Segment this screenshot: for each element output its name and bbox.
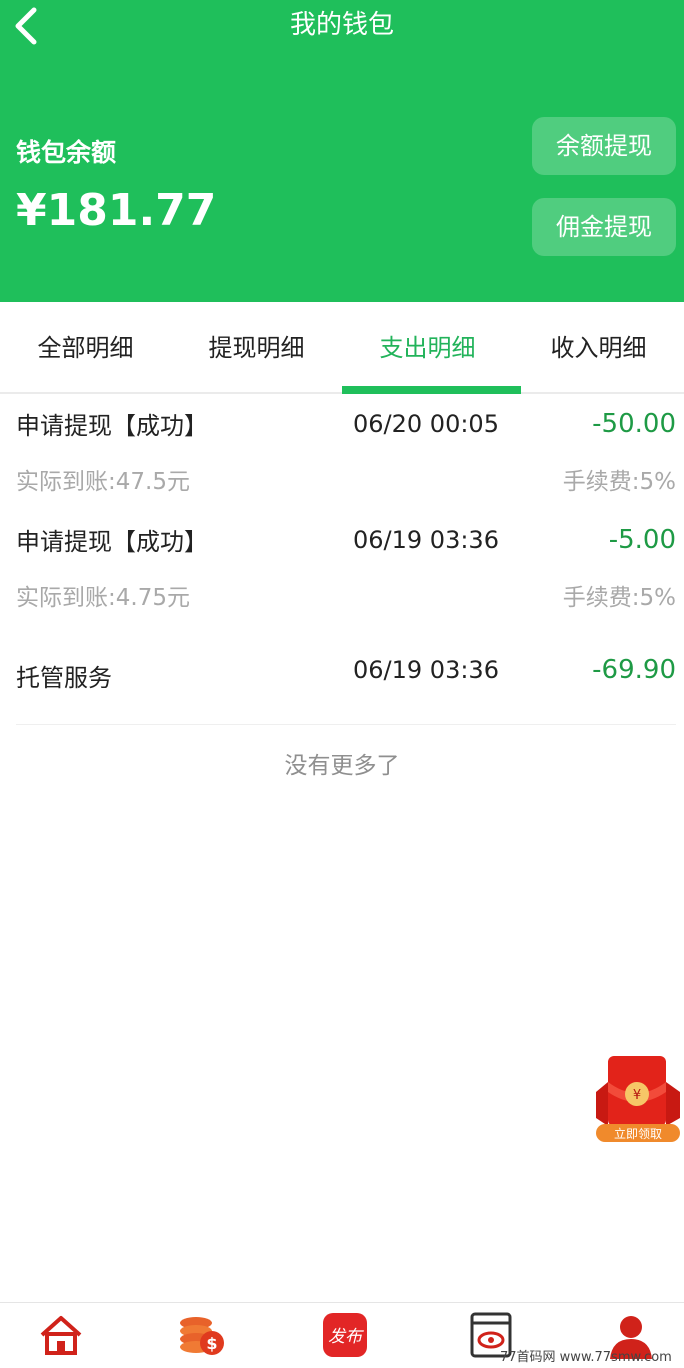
balance-amount: ¥181.77: [16, 185, 217, 236]
transaction-title: 申请提现【成功】: [16, 412, 208, 440]
tab-withdraw-details[interactable]: 提现明细: [171, 302, 342, 394]
detail-tabs: 全部明细 提现明细 支出明细 收入明细: [0, 302, 684, 394]
transaction-amount: -5.00: [608, 525, 676, 555]
nav-home[interactable]: [36, 1311, 86, 1359]
wallet-page: 我的钱包 钱包余额 ¥181.77 余额提现 佣金提现 全部明细 提现明细 支出…: [0, 0, 684, 1368]
no-more-text: 没有更多了: [284, 753, 400, 779]
nav-publish[interactable]: 发布: [320, 1311, 370, 1359]
transaction-date: 06/19 03:36: [353, 656, 499, 684]
transaction-amount: -50.00: [592, 409, 676, 439]
balance-label: 钱包余额: [16, 138, 117, 167]
tab-expense-details[interactable]: 支出明细: [342, 302, 521, 394]
page-title: 我的钱包: [289, 10, 394, 40]
publish-label: 发布: [328, 1327, 364, 1347]
transaction-actual-received: 实际到账:47.5元: [16, 469, 190, 495]
red-packet-yuan: ¥: [633, 1088, 641, 1103]
red-packet-button[interactable]: ¥ 立即领取: [592, 1052, 684, 1146]
transaction-title: 托管服务: [16, 664, 112, 692]
transaction-row: 申请提现【成功】 06/19 03:36 -5.00 实际到账:4.75元 手续…: [0, 524, 684, 634]
transaction-amount: -69.90: [592, 655, 676, 685]
wallet-header: 我的钱包 钱包余额 ¥181.77 余额提现 佣金提现: [0, 0, 684, 302]
transaction-row: 申请提现【成功】 06/20 00:05 -50.00 实际到账:47.5元 手…: [0, 408, 684, 518]
home-icon: [40, 1316, 82, 1355]
withdraw-commission-button[interactable]: 佣金提现: [532, 198, 676, 256]
transaction-actual-received: 实际到账:4.75元: [16, 585, 190, 611]
tab-all-details[interactable]: 全部明细: [0, 302, 171, 394]
transaction-date: 06/19 03:36: [353, 526, 499, 554]
svg-text:$: $: [206, 1334, 217, 1353]
nav-earnings[interactable]: $: [176, 1311, 226, 1359]
red-envelope-icon: ¥ 立即领取: [596, 1056, 680, 1142]
red-packet-label: 立即领取: [614, 1126, 662, 1141]
coins-icon: $: [180, 1317, 224, 1355]
withdraw-balance-button[interactable]: 余额提现: [532, 117, 676, 175]
transaction-row: 托管服务 06/19 03:36 -69.90: [0, 654, 684, 714]
publish-icon: 发布: [323, 1313, 367, 1357]
list-divider: [16, 724, 676, 725]
transaction-fee: 手续费:5%: [562, 469, 676, 495]
watermark: 77首码网 www.77smw.com: [500, 1350, 672, 1365]
transaction-fee: 手续费:5%: [562, 585, 676, 611]
transaction-date: 06/20 00:05: [353, 410, 499, 438]
tab-income-details[interactable]: 收入明细: [513, 302, 684, 394]
transaction-title: 申请提现【成功】: [16, 528, 208, 556]
